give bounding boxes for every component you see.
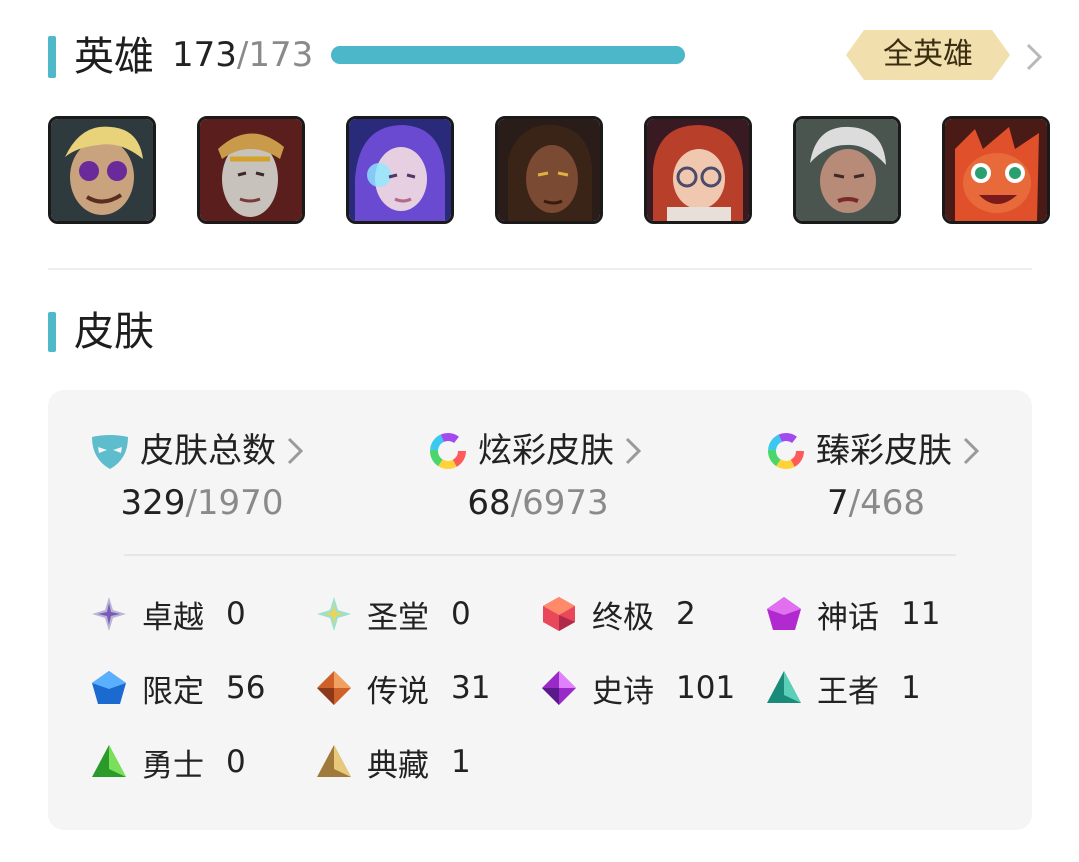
ultimate-gem-icon (543, 597, 575, 631)
skin-total-link[interactable]: 皮肤总数 (90, 428, 304, 474)
tier-value: 2 (676, 596, 696, 632)
color-ring-icon (430, 433, 466, 469)
tier-exalted: 圣堂 0 (315, 592, 471, 636)
chevron-right-icon (625, 437, 642, 465)
skins-title: 皮肤 (74, 309, 154, 355)
tier-value: 0 (226, 744, 246, 780)
chroma-skin-value: 68/6973 (428, 486, 648, 520)
prestige-chroma-owned: 7 (826, 483, 849, 523)
prestige-chroma-value: 7/468 (766, 486, 986, 520)
skins-section-bar (48, 312, 56, 352)
hero-avatar-5[interactable] (644, 116, 752, 224)
tier-label: 勇士 (142, 747, 204, 784)
tier-label: 限定 (142, 673, 204, 710)
chroma-skin-separator: / (510, 483, 523, 523)
tier-champion: 王者 1 (765, 666, 921, 710)
chroma-skin-owned: 68 (467, 483, 511, 523)
tier-limited: 限定 56 (90, 666, 265, 710)
transcendent-gem-icon (92, 597, 126, 631)
hero-avatar-7[interactable] (942, 116, 1050, 224)
tier-label: 圣堂 (367, 599, 429, 636)
chroma-skin-link[interactable]: 炫彩皮肤 (428, 428, 642, 474)
tier-label: 神话 (817, 599, 879, 636)
heroes-title: 英雄 (74, 34, 154, 80)
chroma-skin-label: 炫彩皮肤 (478, 431, 614, 471)
legendary-gem-icon (317, 671, 351, 705)
tier-value: 0 (226, 596, 246, 632)
tier-label: 卓越 (142, 599, 204, 636)
hero-count: 173/173 (172, 38, 313, 72)
prestige-chroma-separator: / (848, 483, 861, 523)
tier-value: 1 (901, 670, 921, 706)
heroes-section-bar (48, 36, 56, 78)
hero-avatar-6[interactable] (793, 116, 901, 224)
prestige-chroma-label: 臻彩皮肤 (816, 431, 952, 471)
section-divider (48, 268, 1032, 270)
tier-legendary: 传说 31 (315, 666, 490, 710)
prestige-chroma-count: 468 (860, 483, 925, 523)
color-ring-icon (768, 433, 804, 469)
epic-gem-icon (542, 671, 576, 705)
tier-value: 11 (901, 596, 941, 632)
tier-collection: 典藏 1 (315, 740, 471, 784)
chevron-right-icon[interactable] (1024, 42, 1044, 72)
chevron-right-icon (287, 437, 304, 465)
prestige-chroma-link[interactable]: 臻彩皮肤 (766, 428, 980, 474)
exalted-gem-icon (317, 597, 351, 631)
hero-owned-count: 173 (172, 35, 237, 75)
tier-value: 1 (451, 744, 471, 780)
hero-avatar-3[interactable] (346, 116, 454, 224)
tier-ultimate: 终极 2 (540, 592, 696, 636)
champion-gem-icon (767, 671, 801, 703)
collection-gem-icon (317, 745, 351, 777)
hero-avatar-1[interactable] (48, 116, 156, 224)
hero-count-separator: / (236, 35, 249, 75)
hero-progress-fill (331, 46, 685, 64)
tier-value: 0 (451, 596, 471, 632)
tier-label: 终极 (592, 599, 654, 636)
tier-label: 王者 (817, 673, 879, 710)
tier-mythic: 神话 11 (765, 592, 940, 636)
mask-icon (92, 435, 128, 469)
mythic-gem-icon (767, 597, 801, 630)
tier-label: 史诗 (592, 673, 654, 710)
skin-total-separator: / (185, 483, 197, 523)
all-heroes-label: 全英雄 (883, 37, 973, 72)
tier-value: 101 (676, 670, 736, 706)
tier-transcendent: 卓越 0 (90, 592, 246, 636)
all-heroes-button[interactable]: 全英雄 (846, 30, 1010, 80)
skin-total-owned: 329 (120, 483, 186, 523)
skin-total-label: 皮肤总数 (140, 431, 276, 471)
tier-epic: 史诗 101 (540, 666, 735, 710)
card-divider (124, 554, 956, 556)
hero-progress-bar (331, 46, 685, 64)
hero-total-count: 173 (248, 35, 314, 75)
tier-warrior: 勇士 0 (90, 740, 246, 784)
hero-avatar-4[interactable] (495, 116, 603, 224)
tier-value: 56 (226, 670, 266, 706)
skin-total-value: 329/1970 (92, 486, 312, 520)
hero-avatar-2[interactable] (197, 116, 305, 224)
chevron-right-icon (963, 437, 980, 465)
tier-label: 传说 (367, 673, 429, 710)
tier-value: 31 (451, 670, 491, 706)
chroma-skin-count: 6973 (522, 483, 609, 523)
warrior-gem-icon (92, 745, 126, 777)
limited-gem-icon (92, 671, 126, 704)
skin-total-count: 1970 (196, 483, 284, 523)
tier-label: 典藏 (367, 747, 429, 784)
